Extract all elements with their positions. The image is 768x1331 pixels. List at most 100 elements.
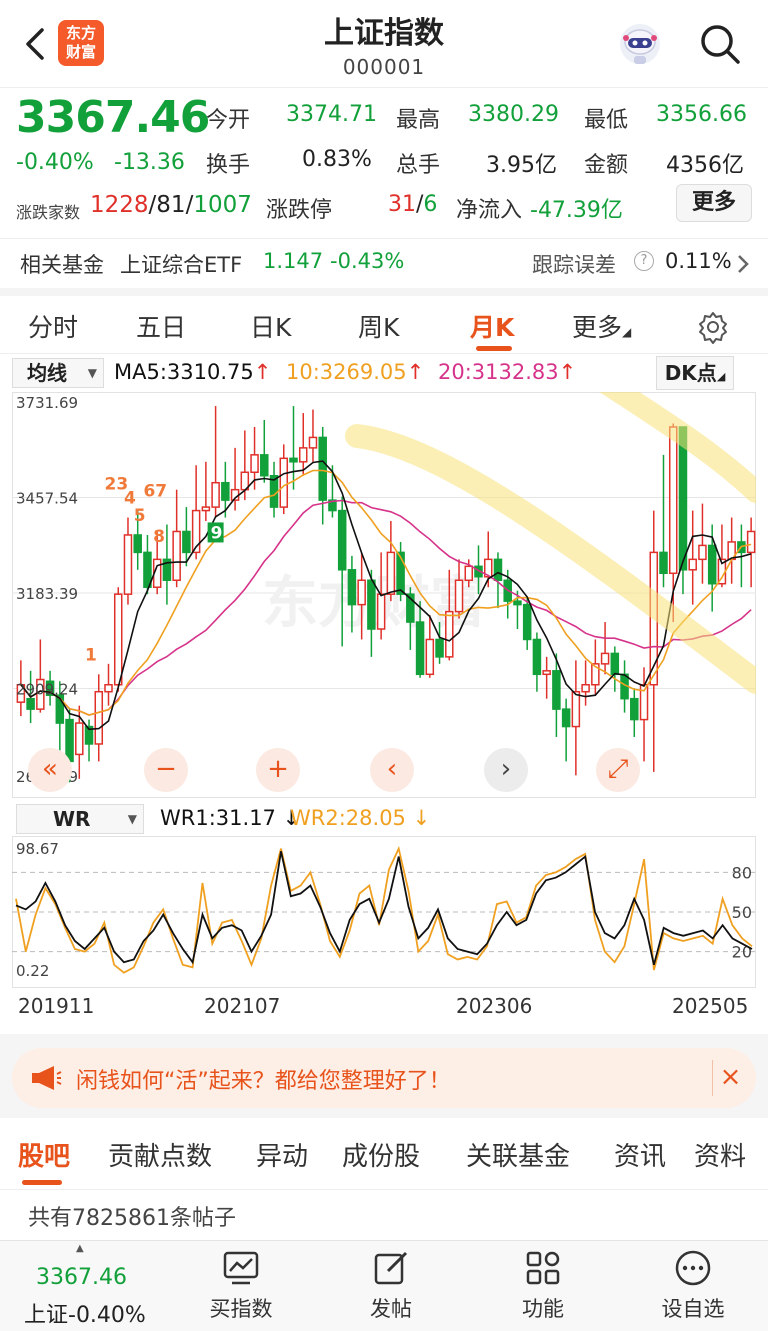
tab-intraday[interactable]: 分时 (28, 308, 78, 344)
candle-up (445, 610, 454, 658)
fund-price: 1.147 (263, 249, 324, 273)
dk-point-button[interactable]: DK点◢ (656, 356, 734, 390)
more-quote-button[interactable]: 更多 (676, 184, 752, 222)
volume-value: 3.95亿 (486, 153, 557, 178)
wr-legend-row: WR ▼ WR1:31.17 ↓ WR2:28.05 ↓ (0, 800, 768, 836)
fullscreen-button[interactable]: ⤢ (596, 748, 640, 792)
tab-more[interactable]: 更多◢ (572, 308, 631, 344)
scroll-left-button[interactable]: ‹ (370, 748, 414, 792)
toolbar-price: 3367.46 (36, 1265, 127, 1290)
y-tick-label: 3183.39 (16, 585, 78, 603)
candle-up (571, 690, 581, 728)
candle-up (386, 551, 396, 595)
tab-movement[interactable]: 异动 (256, 1136, 308, 1173)
candle-down (630, 697, 639, 721)
candle-down (707, 544, 717, 585)
x-tick: 202306 (456, 994, 533, 1018)
tab-contribution[interactable]: 贡献点数 (108, 1136, 212, 1173)
y-tick-label: 0.22 (16, 962, 49, 980)
limit-label: 涨跌停 (266, 198, 333, 223)
kline-chart[interactable]: 东方财富3731.693457.543183.392909.242635.091… (12, 392, 756, 798)
candle-up (113, 593, 123, 686)
zoom-out-button[interactable]: − (144, 748, 188, 792)
candle-down (659, 551, 668, 575)
candle-down (347, 569, 357, 606)
x-axis: 201911 202107 202306 202505 (0, 990, 768, 1034)
zoom-in-button[interactable]: + (256, 748, 300, 792)
edit-icon (374, 1251, 408, 1285)
signal-label: 5 (134, 506, 146, 526)
scroll-left-fast-button[interactable]: « (28, 748, 72, 792)
search-button[interactable] (696, 20, 744, 68)
tab-guba[interactable]: 股吧 (18, 1136, 70, 1173)
post-button[interactable]: 发帖 (336, 1249, 446, 1323)
grid-apps-icon (526, 1251, 560, 1285)
candle-down (182, 530, 191, 554)
toolbar-index-change: 上证-0.40% (24, 1303, 146, 1328)
candle-up (698, 544, 707, 561)
candle-up (376, 593, 386, 630)
netflow-value: -47.39亿 (530, 198, 623, 223)
x-tick: 201911 (18, 994, 95, 1018)
tab-constituents[interactable]: 成份股 (342, 1136, 420, 1173)
active-tab-indicator (476, 346, 512, 351)
candle-down (522, 603, 532, 641)
amount-label: 金额 (584, 153, 629, 178)
tab-weekly-k[interactable]: 周K (358, 308, 399, 344)
limit-values: 31/6 (388, 192, 438, 217)
add-watchlist-button[interactable]: 设自选 (638, 1249, 748, 1323)
settings-gear-icon[interactable] (696, 310, 730, 344)
fund-label: 相关基金 (20, 253, 104, 277)
ma20-label: 20:3132.83↑ (438, 360, 577, 384)
current-quote-summary[interactable]: ▲ 3367.46 上证-0.40% (0, 1241, 168, 1331)
tab-related-funds[interactable]: 关联基金 (466, 1136, 570, 1173)
tab-five-day[interactable]: 五日 (136, 308, 186, 344)
tab-news[interactable]: 资讯 (614, 1136, 666, 1173)
chevron-right-icon (738, 255, 749, 273)
content-tabs: 股吧 贡献点数 异动 成份股 关联基金 资讯 资料 (0, 1118, 768, 1190)
candle-down (415, 621, 425, 676)
bottom-toolbar: ▲ 3367.46 上证-0.40% 买指数 发帖 功能 设自选 (0, 1240, 768, 1331)
candle-up (357, 579, 366, 606)
candle-down (493, 558, 503, 581)
related-fund-row[interactable]: 相关基金 上证综合ETF 1.147 -0.43% 跟踪误差 ? 0.11% (0, 238, 768, 288)
help-icon[interactable]: ? (634, 251, 654, 271)
candle-down (221, 481, 230, 501)
tab-monthly-k[interactable]: 月K (470, 308, 514, 344)
open-label: 今开 (206, 108, 251, 133)
indicator-select-wr[interactable]: WR ▼ (16, 804, 144, 834)
ma5-label: MA5:3310.75↑ (114, 360, 272, 384)
active-tab-indicator (22, 1180, 62, 1185)
close-banner-button[interactable]: × (712, 1060, 748, 1096)
y-tick-label: 3731.69 (16, 394, 78, 412)
candle-down (337, 509, 347, 571)
assistant-robot-icon[interactable] (614, 20, 666, 68)
y-tick-label: 20 (732, 943, 752, 962)
index-price: 3367.46 (16, 92, 210, 143)
candle-up (425, 638, 435, 676)
tracking-error-value: 0.11% (665, 249, 732, 273)
y-tick-label: 98.67 (16, 840, 59, 858)
candle-down (133, 534, 142, 554)
candle-down (552, 670, 561, 710)
candle-up (201, 506, 211, 512)
candle-up (668, 426, 678, 575)
buy-index-button[interactable]: 买指数 (186, 1249, 296, 1323)
promo-banner[interactable]: 闲钱如何“活”起来？都给您整理好了！ × (12, 1048, 756, 1108)
functions-button[interactable]: 功能 (488, 1249, 598, 1323)
x-tick: 202107 (204, 994, 281, 1018)
tab-profile[interactable]: 资料 (694, 1136, 746, 1173)
low-value: 3356.66 (656, 102, 747, 127)
amount-value: 4356亿 (666, 153, 744, 178)
scroll-right-button[interactable]: › (484, 748, 528, 792)
tab-daily-k[interactable]: 日K (250, 308, 291, 344)
y-tick-label: 50 (732, 903, 752, 922)
top-nav-bar: 东方 财富 上证指数 000001 (0, 0, 768, 88)
wr-chart[interactable]: 80 50 20 98.67 0.22 (12, 836, 756, 988)
candle-up (298, 447, 308, 463)
indicator-select-ma[interactable]: 均线 ▼ (12, 358, 104, 388)
ma10-label: 10:3269.05↑ (286, 360, 425, 384)
y-tick-label: 2909.24 (16, 681, 78, 699)
candle-up (75, 722, 84, 756)
candle-down (532, 638, 542, 676)
